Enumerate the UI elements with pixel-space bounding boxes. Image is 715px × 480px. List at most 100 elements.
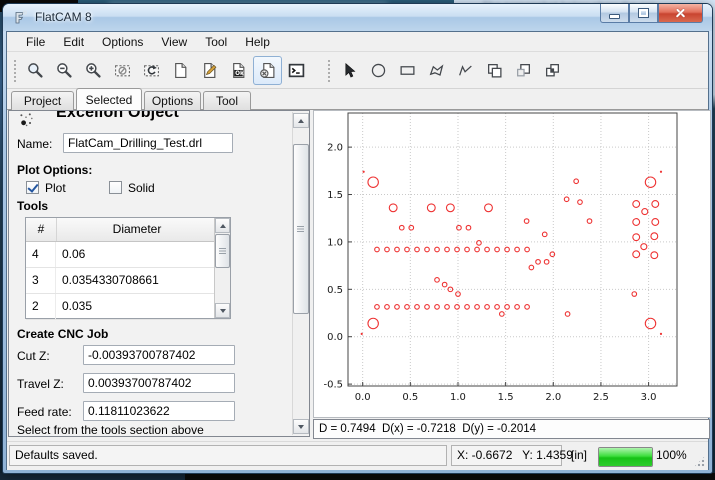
drill-hole-marker xyxy=(485,247,490,252)
solid-checkbox[interactable] xyxy=(109,181,122,194)
drill-hole-marker xyxy=(425,247,430,252)
minimize-button[interactable] xyxy=(600,4,629,23)
drill-hole-marker xyxy=(399,225,404,230)
drill-hole-marker xyxy=(409,225,414,230)
panel-scroll-up[interactable] xyxy=(293,113,309,128)
x-tick-label: 0.0 xyxy=(355,392,371,403)
drill-hole-marker xyxy=(475,305,480,310)
subtract-tool-icon xyxy=(515,62,532,79)
name-label: Name: xyxy=(17,137,52,151)
rectangle-tool-button[interactable] xyxy=(393,56,422,85)
tools-scroll-thumb[interactable] xyxy=(215,234,230,268)
restore-button[interactable] xyxy=(629,4,658,23)
circle-tool-button[interactable] xyxy=(364,56,393,85)
coordinates-readout: X: -0.6672 Y: 1.4359 xyxy=(451,445,562,466)
clear-plot-button[interactable] xyxy=(108,56,137,85)
x-tick-label: 3.0 xyxy=(641,392,657,403)
drill-hole-dot xyxy=(361,333,363,335)
drill-hole-marker xyxy=(427,204,435,212)
plot-checkbox[interactable] xyxy=(26,181,39,194)
feedrate-input[interactable] xyxy=(83,401,235,421)
drill-hole-marker xyxy=(505,305,510,310)
ok-file-button[interactable]: Ok xyxy=(224,56,253,85)
drill-hole-marker xyxy=(425,305,430,310)
delete-object-button[interactable] xyxy=(253,56,282,85)
drill-hole-marker xyxy=(405,305,410,310)
tabbar: Project Selected Options Tool xyxy=(7,88,708,110)
axes-box xyxy=(348,113,677,386)
new-file-button[interactable] xyxy=(166,56,195,85)
tool-diameter-cell: 0.0354330708661 xyxy=(56,268,216,293)
tab-selected[interactable]: Selected xyxy=(76,88,142,110)
name-input[interactable] xyxy=(63,133,233,153)
window-title: FlatCAM 8 xyxy=(35,10,92,24)
titlebar[interactable]: FlatCAM 8 xyxy=(3,4,712,31)
union-tool-button[interactable] xyxy=(480,56,509,85)
drill-hole-marker xyxy=(395,247,400,252)
y-tick-label: 0.5 xyxy=(327,285,343,296)
tool-row[interactable]: 20.035 xyxy=(26,294,230,320)
drill-hole-marker xyxy=(477,241,482,246)
tools-col-diameter[interactable]: Diameter xyxy=(57,218,217,241)
join-tool-button[interactable] xyxy=(538,56,567,85)
progress-bar xyxy=(598,447,653,467)
zoom-out-button[interactable] xyxy=(50,56,79,85)
toolbar-grip[interactable] xyxy=(13,59,17,83)
tools-scroll-up[interactable] xyxy=(215,218,230,233)
plot-options-label: Plot Options: xyxy=(17,163,92,177)
subtract-tool-button[interactable] xyxy=(509,56,538,85)
tab-project[interactable]: Project xyxy=(11,91,74,110)
statusbar: Defaults saved. X: -0.6672 Y: 1.4359 [in… xyxy=(7,441,708,470)
drill-hole-marker xyxy=(524,219,529,224)
cutz-input[interactable] xyxy=(83,345,235,365)
drill-hole-marker xyxy=(485,305,490,310)
menu-file[interactable]: File xyxy=(17,33,54,51)
close-icon xyxy=(675,8,686,19)
menu-view[interactable]: View xyxy=(152,33,196,51)
tool-number-cell: 4 xyxy=(26,242,56,267)
drill-hole-marker xyxy=(435,278,440,283)
plot-checkbox-label: Plot xyxy=(45,181,66,195)
plot-canvas[interactable]: 0.00.51.01.52.02.53.0-0.50.00.51.01.52.0 xyxy=(314,111,710,417)
menu-edit[interactable]: Edit xyxy=(54,33,93,51)
menu-options[interactable]: Options xyxy=(93,33,152,51)
zoom-fit-button[interactable] xyxy=(21,56,50,85)
drill-hole-marker xyxy=(525,305,530,310)
drill-hole-marker xyxy=(415,305,420,310)
zoom-fit-icon xyxy=(27,62,44,79)
shell-button[interactable] xyxy=(282,56,311,85)
pointer-tool-button[interactable] xyxy=(335,56,364,85)
resize-grip[interactable] xyxy=(694,456,705,467)
polygon-tool-button[interactable] xyxy=(422,56,451,85)
tools-table-scrollbar xyxy=(214,218,230,318)
replot-icon xyxy=(143,62,160,79)
drill-hole-marker xyxy=(633,234,640,241)
svg-text:Ok: Ok xyxy=(235,71,244,77)
travelz-input[interactable] xyxy=(83,373,235,393)
close-button[interactable] xyxy=(658,4,703,23)
drill-hole-marker xyxy=(415,247,420,252)
menu-tool[interactable]: Tool xyxy=(196,33,236,51)
tool-row[interactable]: 30.0354330708661 xyxy=(26,268,230,294)
zoom-in-button[interactable] xyxy=(79,56,108,85)
tab-tool[interactable]: Tool xyxy=(203,91,251,110)
tab-options[interactable]: Options xyxy=(144,91,201,110)
plot-panel[interactable]: 0.00.51.01.52.02.53.0-0.50.00.51.01.52.0 xyxy=(313,110,711,418)
object-heading-clipped: Excellon Object xyxy=(56,111,256,126)
toolbar-grip-2[interactable] xyxy=(327,59,331,83)
panel-scroll-thumb[interactable] xyxy=(293,144,309,314)
units-label: [in] xyxy=(571,448,587,462)
tool-row[interactable]: 40.06 xyxy=(26,242,230,268)
replot-button[interactable] xyxy=(137,56,166,85)
tools-note: Select from the tools section above xyxy=(17,423,204,437)
menu-help[interactable]: Help xyxy=(236,33,279,51)
polyline-tool-button[interactable] xyxy=(451,56,480,85)
edit-file-button[interactable] xyxy=(195,56,224,85)
tools-scroll-down[interactable] xyxy=(215,303,230,318)
drill-hole-marker xyxy=(529,265,534,270)
tools-col-number[interactable]: # xyxy=(26,218,57,241)
panel-scroll-down[interactable] xyxy=(293,419,309,434)
travelz-label: Travel Z: xyxy=(17,377,64,391)
drill-hole-marker xyxy=(505,247,510,252)
zoom-in-icon xyxy=(85,62,102,79)
